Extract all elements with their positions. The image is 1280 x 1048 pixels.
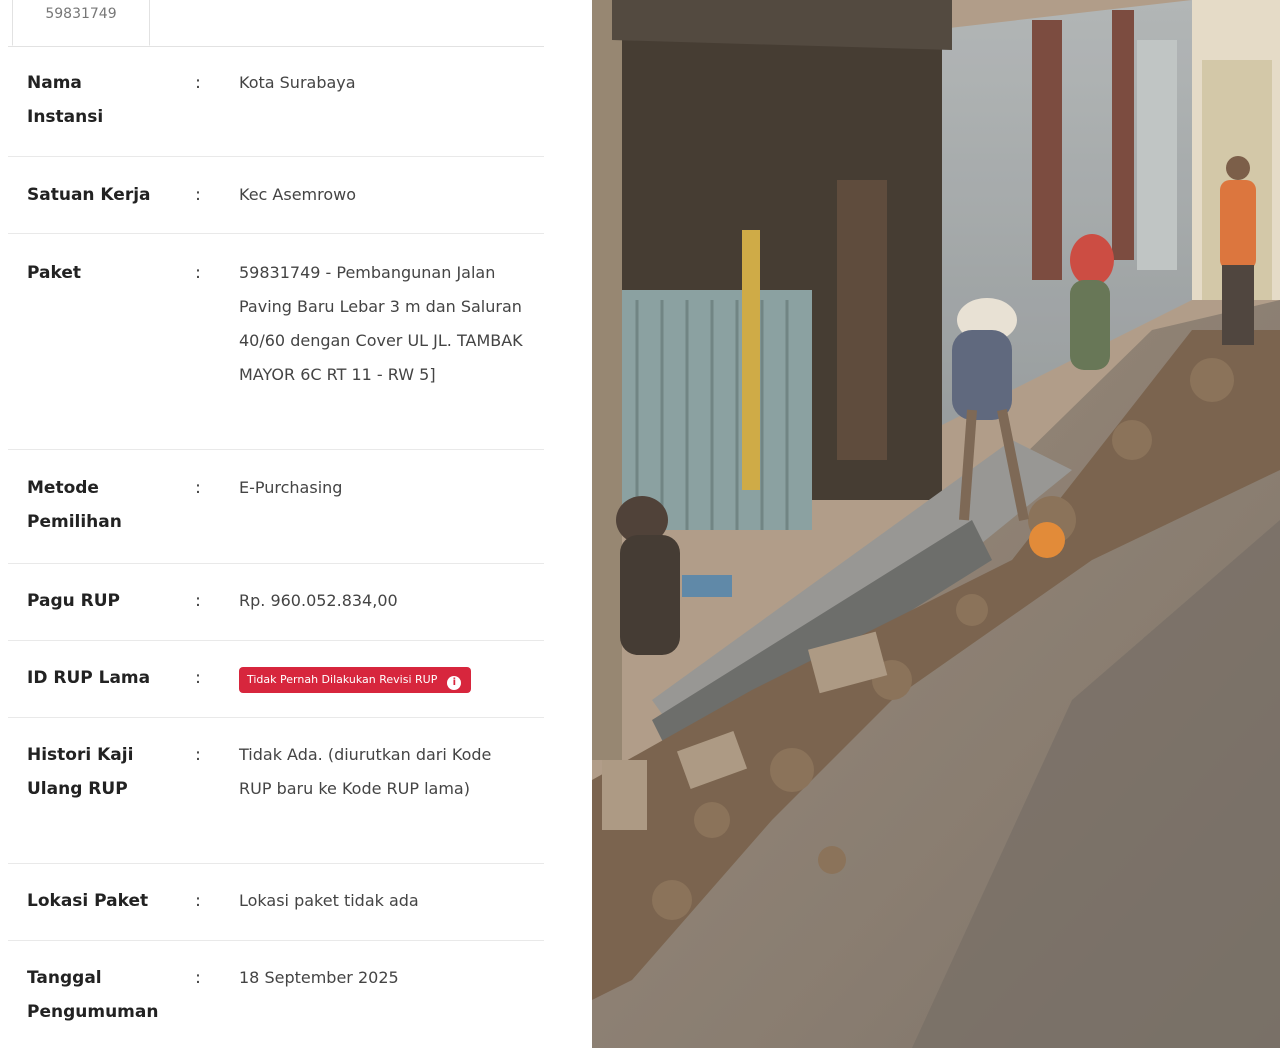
row-colon: : bbox=[195, 185, 201, 205]
row-pagu-rup: Pagu RUP : Rp. 960.052.834,00 bbox=[8, 584, 544, 641]
row-value: Kota Surabaya bbox=[239, 73, 356, 92]
row-label: Lokasi Paket bbox=[27, 891, 149, 911]
info-icon[interactable]: i bbox=[447, 676, 462, 690]
row-colon: : bbox=[195, 668, 201, 688]
row-histori-kaji-ulang: Histori Kaji Ulang RUP : Tidak Ada. (diu… bbox=[8, 738, 544, 864]
row-label: Paket bbox=[27, 263, 81, 283]
row-value: Kec Asemrowo bbox=[239, 185, 357, 204]
row-metode-pemilihan: Metode Pemilihan : E-Purchasing bbox=[8, 471, 544, 564]
roadwork-photo bbox=[592, 0, 1280, 1048]
row-satuan-kerja: Satuan Kerja : Kec Asemrowo bbox=[8, 178, 544, 234]
row-label: Pagu RUP bbox=[27, 591, 121, 611]
row-colon: : bbox=[195, 263, 201, 283]
row-label: Metode Pemilihan bbox=[27, 478, 122, 532]
row-label: Tanggal Pengumuman bbox=[27, 968, 159, 1022]
row-label: ID RUP Lama bbox=[27, 668, 151, 688]
row-nama-instansi: Nama Instansi : Kota Surabaya bbox=[8, 66, 544, 157]
row-paket: Paket : 59831749 - Pembangunan Jalan Pav… bbox=[8, 256, 544, 450]
row-value: Tidak Ada. (diurutkan dari Kode RUP baru… bbox=[239, 745, 492, 798]
row-label: Histori Kaji Ulang RUP bbox=[27, 745, 134, 799]
row-colon: : bbox=[195, 968, 201, 988]
row-value: E-Purchasing bbox=[239, 478, 343, 497]
row-value: Lokasi paket tidak ada bbox=[239, 891, 419, 910]
row-colon: : bbox=[195, 73, 201, 93]
row-colon: : bbox=[195, 591, 201, 611]
row-value: Tidak Pernah Dilakukan Revisi RUP i bbox=[239, 661, 535, 695]
row-tanggal-pengumuman: Tanggal Pengumuman : 18 September 2025 bbox=[8, 961, 544, 1048]
package-detail-panel: 59831749 Nama Instansi : Kota Surabaya S… bbox=[0, 0, 592, 1048]
row-colon: : bbox=[195, 891, 201, 911]
row-id-rup-lama: ID RUP Lama : Tidak Pernah Dilakukan Rev… bbox=[8, 661, 544, 718]
row-value: Rp. 960.052.834,00 bbox=[239, 591, 398, 610]
row-colon: : bbox=[195, 745, 201, 765]
row-value: 59831749 - Pembangunan Jalan Paving Baru… bbox=[239, 263, 523, 384]
badge-label: Tidak Pernah Dilakukan Revisi RUP bbox=[247, 673, 438, 686]
row-colon: : bbox=[195, 478, 201, 498]
row-label: Satuan Kerja bbox=[27, 185, 151, 205]
row-lokasi-paket: Lokasi Paket : Lokasi paket tidak ada bbox=[8, 884, 544, 941]
row-label: Nama Instansi bbox=[27, 73, 104, 127]
row-value: 18 September 2025 bbox=[239, 968, 399, 987]
tab-package-id[interactable]: 59831749 bbox=[12, 0, 150, 46]
revision-status-badge[interactable]: Tidak Pernah Dilakukan Revisi RUP i bbox=[239, 667, 472, 693]
roadwork-scene bbox=[592, 0, 1280, 1048]
tab-strip: 59831749 bbox=[8, 0, 544, 47]
